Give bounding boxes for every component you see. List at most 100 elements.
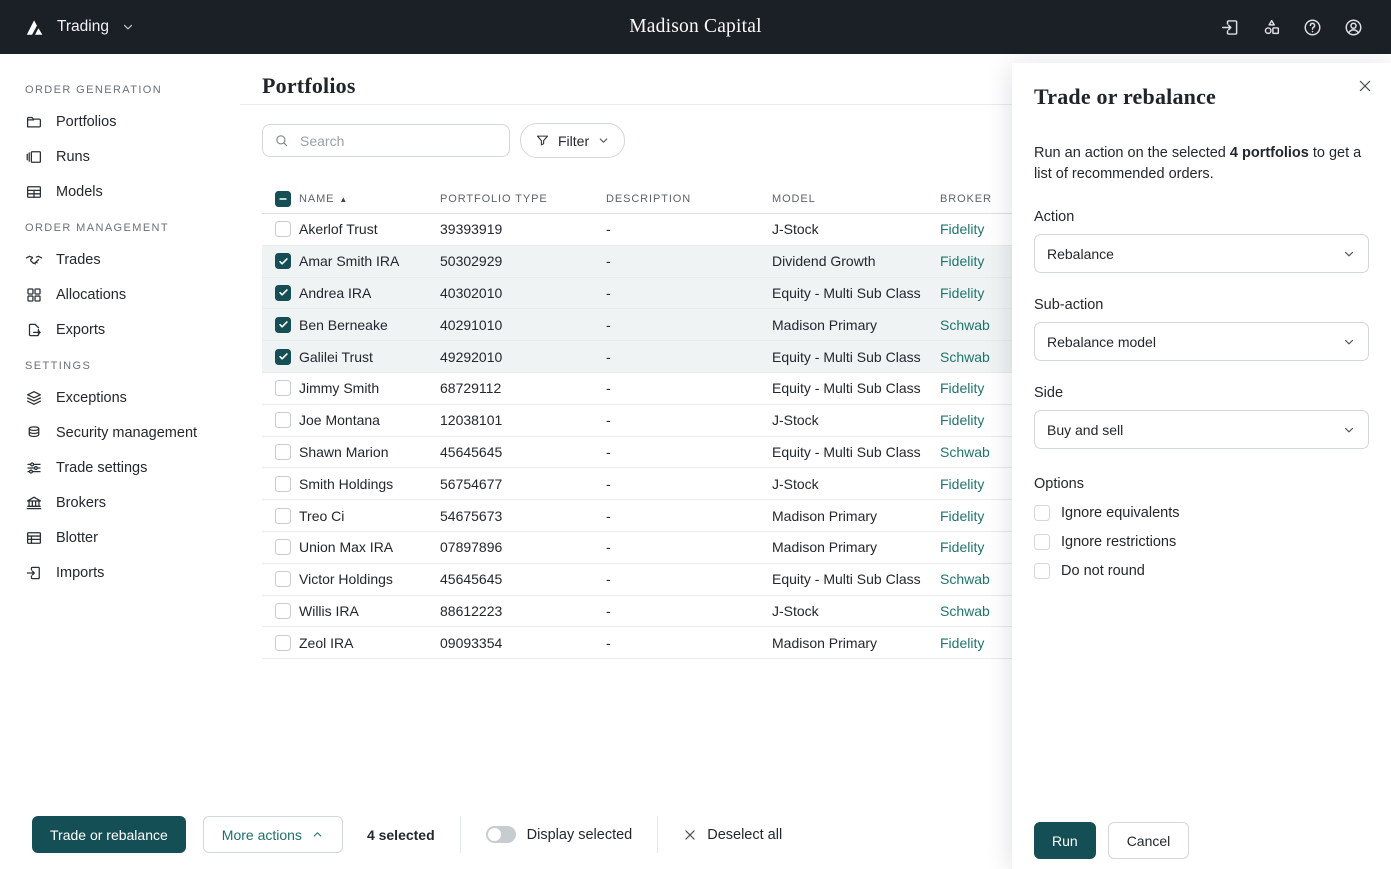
sidebar-item-blotter[interactable]: Blotter — [0, 520, 240, 555]
cell-model: Equity - Multi Sub Class — [772, 571, 940, 587]
sidebar-item-label: Imports — [56, 565, 104, 581]
broker-link[interactable]: Fidelity — [940, 539, 984, 555]
row-checkbox[interactable] — [275, 221, 291, 237]
cancel-button[interactable]: Cancel — [1108, 822, 1190, 859]
action-select[interactable]: Rebalance — [1034, 234, 1369, 273]
help-icon[interactable] — [1299, 17, 1326, 38]
broker-link[interactable]: Schwab — [940, 571, 990, 587]
sidebar-item-allocations[interactable]: Allocations — [0, 277, 240, 312]
row-checkbox[interactable] — [275, 476, 291, 492]
sidebar-item-runs[interactable]: Runs — [0, 139, 240, 174]
more-actions-button[interactable]: More actions — [203, 816, 343, 853]
row-checkbox[interactable] — [275, 253, 291, 269]
row-checkbox[interactable] — [275, 539, 291, 555]
row-checkbox[interactable] — [275, 635, 291, 651]
row-checkbox[interactable] — [275, 412, 291, 428]
table-row[interactable]: Shawn Marion45645645-Equity - Multi Sub … — [262, 437, 1050, 469]
row-checkbox[interactable] — [275, 603, 291, 619]
table-row[interactable]: Union Max IRA07897896-Madison PrimaryFid… — [262, 532, 1050, 564]
sidebar-item-exceptions[interactable]: Exceptions — [0, 380, 240, 415]
broker-link[interactable]: Schwab — [940, 349, 990, 365]
sidebar-item-trades[interactable]: Trades — [0, 242, 240, 277]
close-icon[interactable] — [1357, 78, 1373, 94]
row-checkbox[interactable] — [275, 349, 291, 365]
broker-link[interactable]: Schwab — [940, 603, 990, 619]
table-row[interactable]: Zeol IRA09093354-Madison PrimaryFidelity — [262, 627, 1050, 659]
account-icon[interactable] — [1340, 17, 1367, 38]
broker-link[interactable]: Fidelity — [940, 285, 984, 301]
app-menu-label: Trading — [57, 18, 109, 36]
broker-link[interactable]: Fidelity — [940, 221, 984, 237]
column-header-model[interactable]: MODEL — [772, 193, 940, 205]
search-field[interactable] — [298, 132, 498, 150]
row-checkbox[interactable] — [275, 380, 291, 396]
deselect-all-button[interactable]: Deselect all — [683, 827, 782, 843]
cell-name: Akerlof Trust — [299, 221, 440, 237]
row-checkbox[interactable] — [275, 444, 291, 460]
broker-link[interactable]: Fidelity — [940, 380, 984, 396]
row-checkbox[interactable] — [275, 571, 291, 587]
option-do-not-round[interactable]: Do not round — [1034, 563, 1369, 579]
cell-model: Equity - Multi Sub Class — [772, 349, 940, 365]
runs-icon — [25, 148, 43, 166]
column-header-name[interactable]: NAME▲ — [299, 193, 440, 205]
chevron-down-icon — [597, 134, 610, 147]
display-selected-toggle[interactable] — [486, 826, 516, 843]
sidebar-item-portfolios[interactable]: Portfolios — [0, 104, 240, 139]
filter-button[interactable]: Filter — [520, 123, 625, 158]
sidebar-item-models[interactable]: Models — [0, 174, 240, 209]
table-row[interactable]: Joe Montana12038101-J-StockFidelity — [262, 405, 1050, 437]
side-select[interactable]: Buy and sell — [1034, 410, 1369, 449]
select-all-checkbox[interactable] — [275, 191, 291, 207]
field-label: Side — [1034, 385, 1369, 401]
broker-link[interactable]: Fidelity — [940, 508, 984, 524]
trade-or-rebalance-button[interactable]: Trade or rebalance — [32, 816, 186, 853]
run-button[interactable]: Run — [1034, 822, 1096, 859]
broker-link[interactable]: Fidelity — [940, 253, 984, 269]
row-checkbox[interactable] — [275, 508, 291, 524]
sidebar-item-brokers[interactable]: Brokers — [0, 485, 240, 520]
document-import-icon[interactable] — [1217, 17, 1244, 38]
column-header-description[interactable]: DESCRIPTION — [606, 193, 772, 205]
sidebar-item-label: Exceptions — [56, 390, 127, 406]
filter-label: Filter — [558, 133, 589, 149]
option-checkbox[interactable] — [1034, 563, 1050, 579]
search-input[interactable] — [262, 124, 510, 157]
sidebar-item-label: Trades — [56, 252, 101, 268]
broker-link[interactable]: Schwab — [940, 444, 990, 460]
sidebar-item-exports[interactable]: Exports — [0, 312, 240, 347]
sidebar-item-security-management[interactable]: Security management — [0, 415, 240, 450]
sub-action-select[interactable]: Rebalance model — [1034, 322, 1369, 361]
option-ignore-equivalents[interactable]: Ignore equivalents — [1034, 505, 1369, 521]
table-row[interactable]: Victor Holdings45645645-Equity - Multi S… — [262, 564, 1050, 596]
option-ignore-restrictions[interactable]: Ignore restrictions — [1034, 534, 1369, 550]
option-checkbox[interactable] — [1034, 505, 1050, 521]
table-row[interactable]: Willis IRA88612223-J-StockSchwab — [262, 596, 1050, 628]
sidebar-item-trade-settings[interactable]: Trade settings — [0, 450, 240, 485]
cell-model: Dividend Growth — [772, 253, 940, 269]
table-row[interactable]: Amar Smith IRA50302929-Dividend GrowthFi… — [262, 246, 1050, 278]
cell-model: Equity - Multi Sub Class — [772, 380, 940, 396]
selected-count: 4 selected — [367, 827, 435, 843]
table-row[interactable]: Ben Berneake40291010-Madison PrimarySchw… — [262, 309, 1050, 341]
chevron-down-icon — [121, 20, 135, 34]
table-row[interactable]: Galilei Trust49292010-Equity - Multi Sub… — [262, 341, 1050, 373]
shapes-icon[interactable] — [1258, 17, 1285, 38]
app-menu[interactable]: Trading — [24, 17, 135, 38]
folder-icon — [25, 113, 43, 131]
row-checkbox[interactable] — [275, 317, 291, 333]
table-row[interactable]: Andrea IRA40302010-Equity - Multi Sub Cl… — [262, 278, 1050, 310]
column-header-portfolio-type[interactable]: PORTFOLIO TYPE — [440, 193, 606, 205]
broker-link[interactable]: Fidelity — [940, 476, 984, 492]
row-checkbox[interactable] — [275, 285, 291, 301]
option-checkbox[interactable] — [1034, 534, 1050, 550]
table-row[interactable]: Jimmy Smith68729112-Equity - Multi Sub C… — [262, 373, 1050, 405]
table-row[interactable]: Treo Ci54675673-Madison PrimaryFidelity — [262, 500, 1050, 532]
sidebar-item-imports[interactable]: Imports — [0, 555, 240, 590]
broker-link[interactable]: Schwab — [940, 317, 990, 333]
table-row[interactable]: Akerlof Trust39393919-J-StockFidelity — [262, 214, 1050, 246]
broker-link[interactable]: Fidelity — [940, 412, 984, 428]
table-row[interactable]: Smith Holdings56754677-J-StockFidelity — [262, 468, 1050, 500]
cell-model: J-Stock — [772, 603, 940, 619]
broker-link[interactable]: Fidelity — [940, 635, 984, 651]
